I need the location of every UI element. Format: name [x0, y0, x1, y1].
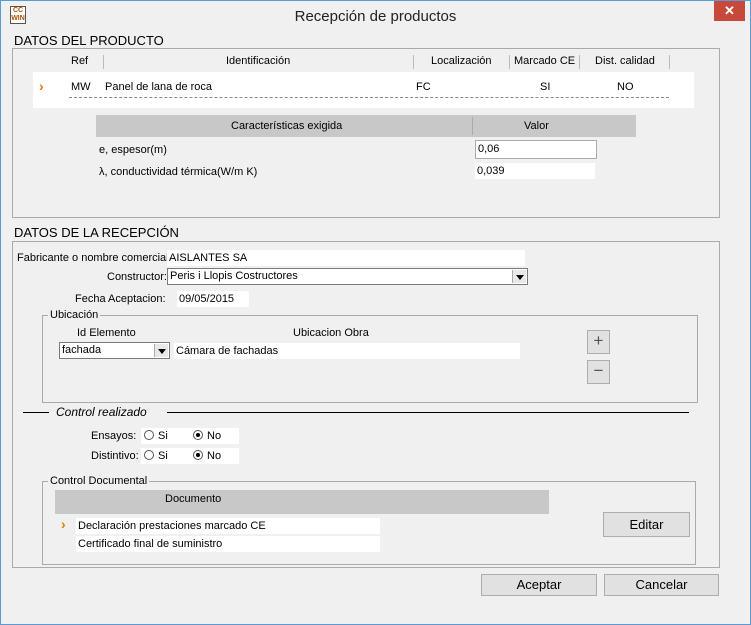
- control-realizado-title: Control realizado: [56, 405, 147, 419]
- id-elemento-value: fachada: [62, 344, 102, 356]
- row-marcado-ce: SI: [540, 81, 551, 93]
- col-localizacion: Localización: [431, 55, 492, 67]
- col-ref: Ref: [71, 55, 89, 67]
- id-elemento-combo[interactable]: fachada: [59, 342, 170, 359]
- fecha-field[interactable]: 09/05/2015: [177, 291, 249, 307]
- fecha-label: Fecha Aceptacion:: [75, 293, 166, 305]
- control-divider-left: [23, 412, 49, 413]
- documento-header-label: Documento: [165, 493, 222, 505]
- producto-section-title: DATOS DEL PRODUCTO: [14, 33, 164, 48]
- col-marcado-ce: Marcado CE: [514, 55, 576, 67]
- constructor-combo[interactable]: Peris i Llopis Costructores: [167, 268, 528, 285]
- product-grid: Ref Identificación Localización Marcado …: [33, 52, 694, 108]
- conductividad-value-field[interactable]: 0,039: [475, 163, 595, 179]
- distintivo-label: Distintivo:: [91, 450, 139, 462]
- documento-row-2[interactable]: Certificado final de suministro: [76, 536, 380, 552]
- ubicacion-obra-field[interactable]: Cámara de fachadas: [174, 343, 520, 359]
- doc-selector-icon: ›: [61, 516, 66, 532]
- id-elemento-label: Id Elemento: [77, 327, 136, 339]
- control-divider-right: [167, 412, 689, 413]
- chevron-down-icon[interactable]: [512, 270, 526, 283]
- ubicacion-obra-label: Ubicacion Obra: [293, 327, 369, 339]
- title-bar: CC WIN Recepción de productos ✕: [1, 1, 750, 31]
- chevron-down-icon[interactable]: [154, 344, 168, 357]
- add-ubicacion-button[interactable]: +: [587, 330, 610, 354]
- ensayos-si-radio[interactable]: Si: [144, 430, 168, 442]
- valor-header-label: Valor: [524, 120, 549, 132]
- constructor-label: Constructor:: [107, 271, 167, 283]
- ensayos-no-radio[interactable]: No: [193, 430, 221, 442]
- row-dist-calidad: NO: [617, 81, 634, 93]
- fabricante-label: Fabricante o nombre comercial:: [17, 252, 172, 264]
- ubicacion-group: [42, 315, 698, 403]
- product-row[interactable]: › MW Panel de lana de roca FC SI NO: [33, 76, 694, 98]
- caracteristica-conductividad-label: λ, conductividad térmica(W/m K): [99, 166, 258, 178]
- remove-ubicacion-button[interactable]: −: [587, 360, 610, 384]
- window-title: Recepción de productos: [294, 8, 457, 25]
- row-ref: MW: [71, 81, 91, 93]
- row-identificacion: Panel de lana de roca: [105, 81, 213, 93]
- caracteristicas-header-label: Características exigida: [231, 120, 343, 132]
- caracteristica-espesor-label: e, espesor(m): [99, 144, 167, 156]
- caracteristicas-header: Características exigida Valor: [96, 115, 636, 137]
- ensayos-label: Ensayos:: [91, 430, 137, 442]
- recepcion-section-title: DATOS DE LA RECEPCIÓN: [14, 225, 179, 240]
- ubicacion-group-title: Ubicación: [48, 309, 101, 321]
- recepcion-dialog: CC WIN Recepción de productos ✕ DATOS DEL…: [0, 0, 751, 625]
- distintivo-no-radio[interactable]: No: [193, 450, 221, 462]
- distintivo-si-radio[interactable]: Si: [144, 450, 168, 462]
- col-dist-calidad: Dist. calidad: [595, 55, 655, 67]
- product-grid-header: Ref Identificación Localización Marcado …: [33, 52, 694, 72]
- espesor-value-field[interactable]: 0,06: [475, 140, 597, 159]
- documento-header: Documento: [55, 490, 549, 514]
- close-icon[interactable]: ✕: [714, 1, 745, 21]
- documento-row-1[interactable]: Declaración prestaciones marcado CE: [76, 518, 380, 534]
- fabricante-field[interactable]: AISLANTES SA: [167, 250, 525, 266]
- cancelar-button[interactable]: Cancelar: [604, 574, 719, 596]
- row-localizacion: FC: [416, 81, 431, 93]
- col-identificacion: Identificación: [226, 55, 291, 67]
- editar-button[interactable]: Editar: [603, 512, 690, 537]
- documental-group-title: Control Documental: [48, 475, 150, 487]
- constructor-value: Peris i Llopis Costructores: [170, 270, 298, 282]
- aceptar-button[interactable]: Aceptar: [481, 574, 597, 596]
- row-selector-icon: ›: [39, 78, 44, 94]
